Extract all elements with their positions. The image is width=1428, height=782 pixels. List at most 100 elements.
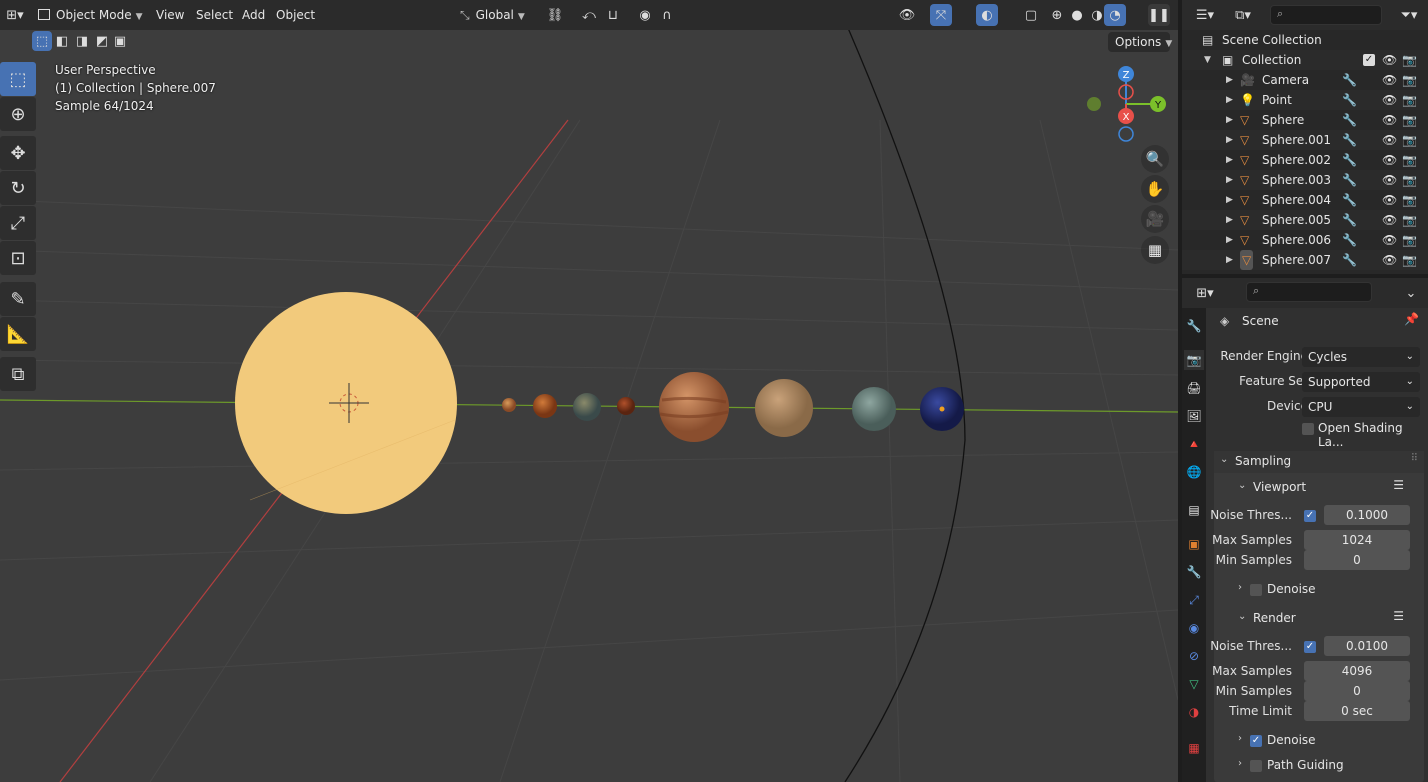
- render-denoise-subpanel[interactable]: › ✓ Denoise: [1216, 730, 1422, 752]
- modifier-wrench-icon[interactable]: 🔧: [1342, 190, 1357, 210]
- select-box-tool-icon[interactable]: ⬚: [0, 62, 36, 96]
- device-select[interactable]: CPU ⌄: [1302, 397, 1420, 417]
- select-extend-icon[interactable]: ◧: [52, 31, 72, 51]
- chevron-right-icon[interactable]: ▶: [1226, 130, 1233, 150]
- render-tab-icon[interactable]: 📷: [1184, 350, 1204, 370]
- viewport-denoise-subpanel[interactable]: › Denoise: [1216, 579, 1422, 601]
- outliner-item[interactable]: ▶ ▽ Sphere 🔧 👁 📷: [1182, 110, 1428, 130]
- outliner-item[interactable]: ▶ ▽ Sphere.006 🔧 👁 📷: [1182, 230, 1428, 250]
- scene-tab-icon[interactable]: 🔺: [1184, 434, 1204, 454]
- cursor-tool-icon[interactable]: ⊕: [0, 97, 36, 131]
- drag-handle-icon[interactable]: ⠿: [1411, 453, 1418, 464]
- camera-render-icon[interactable]: 📷: [1402, 90, 1417, 110]
- eye-icon[interactable]: 👁: [1382, 110, 1397, 130]
- scale-tool-icon[interactable]: ⤢: [0, 206, 36, 240]
- eye-icon[interactable]: 👁: [1382, 70, 1397, 90]
- constraints-tab-icon[interactable]: ⊘: [1184, 646, 1204, 666]
- modifier-tab-icon[interactable]: 🔧: [1184, 562, 1204, 582]
- render-min-samples-field[interactable]: 0: [1304, 681, 1410, 701]
- display-mode-icon[interactable]: ☰▾: [1190, 4, 1220, 26]
- snap-target-icon[interactable]: ⊔: [602, 4, 624, 26]
- pivot-point-icon[interactable]: ⛓: [544, 4, 566, 26]
- 3d-viewport[interactable]: ⊞▾ Object Mode ▼ View Select Add Object ⤡…: [0, 0, 1178, 782]
- properties-search-input[interactable]: ⌕: [1246, 282, 1372, 302]
- physics-tab-icon[interactable]: ◉: [1184, 618, 1204, 638]
- perspective-toggle-icon[interactable]: ▦: [1141, 236, 1169, 264]
- modifier-wrench-icon[interactable]: 🔧: [1342, 110, 1357, 130]
- object-tab-icon[interactable]: ▣: [1184, 534, 1204, 554]
- options-dropdown[interactable]: Options ▼: [1108, 32, 1172, 52]
- eye-icon[interactable]: 👁: [1382, 190, 1397, 210]
- select-invert-icon[interactable]: ◩: [92, 31, 112, 51]
- output-tab-icon[interactable]: 🖨: [1184, 378, 1204, 398]
- data-tab-icon[interactable]: ▽: [1184, 674, 1204, 694]
- outliner-item[interactable]: ▶ ▽ Sphere.002 🔧 👁 📷: [1182, 150, 1428, 170]
- eye-icon[interactable]: 👁: [1382, 170, 1397, 190]
- overlays-icon[interactable]: ◐: [976, 4, 998, 26]
- render-max-samples-field[interactable]: 4096: [1304, 661, 1410, 681]
- pan-hand-icon[interactable]: ✋: [1141, 175, 1169, 203]
- render-noise-checkbox[interactable]: ✓: [1304, 641, 1316, 653]
- chevron-right-icon[interactable]: ▶: [1226, 210, 1233, 230]
- chevron-down-icon[interactable]: ⌄: [1400, 282, 1422, 304]
- chevron-right-icon[interactable]: ▶: [1226, 90, 1233, 110]
- eye-icon[interactable]: 👁: [1382, 90, 1397, 110]
- eye-icon[interactable]: 👁: [1382, 130, 1397, 150]
- transform-tool-icon[interactable]: ⊡: [0, 241, 36, 275]
- xray-icon[interactable]: ▢: [1020, 4, 1042, 26]
- modifier-wrench-icon[interactable]: 🔧: [1342, 230, 1357, 250]
- editor-type-icon[interactable]: ⊞▾: [1190, 282, 1220, 304]
- modifier-wrench-icon[interactable]: 🔧: [1342, 170, 1357, 190]
- chevron-right-icon[interactable]: ▶: [1226, 170, 1233, 190]
- outliner-item[interactable]: ▶ 💡 Point 🔧 👁 📷: [1182, 90, 1428, 110]
- presets-list-icon[interactable]: ☰: [1393, 478, 1404, 492]
- viewport-min-samples-field[interactable]: 0: [1304, 550, 1410, 570]
- snap-icon[interactable]: ⤺: [578, 4, 600, 26]
- select-new-icon[interactable]: ⬚: [32, 31, 52, 51]
- path-guiding-subpanel[interactable]: › Path Guiding: [1216, 755, 1422, 777]
- camera-view-icon[interactable]: 🎥: [1141, 205, 1169, 233]
- outliner-item[interactable]: ▶ ▽ Sphere.003 🔧 👁 📷: [1182, 170, 1428, 190]
- rendered-shading-icon[interactable]: ◔: [1104, 4, 1126, 26]
- falloff-icon[interactable]: ∩: [656, 4, 678, 26]
- modifier-wrench-icon[interactable]: 🔧: [1342, 90, 1357, 110]
- texture-tab-icon[interactable]: ▦: [1184, 738, 1204, 758]
- modifier-wrench-icon[interactable]: 🔧: [1342, 70, 1357, 90]
- collection-row[interactable]: ▼ ▣ Collection ✓ 👁 📷: [1182, 50, 1428, 70]
- outliner-item[interactable]: ▶ ▽ Sphere.007 🔧 👁 📷: [1182, 250, 1428, 270]
- pin-icon[interactable]: 📌: [1404, 312, 1419, 326]
- proportional-edit-icon[interactable]: ◉: [634, 4, 656, 26]
- eye-icon[interactable]: 👁: [1382, 150, 1397, 170]
- chevron-right-icon[interactable]: ▶: [1226, 250, 1233, 270]
- outliner-item[interactable]: ▶ 🎥 Camera 🔧 👁 📷: [1182, 70, 1428, 90]
- menu-object[interactable]: Object: [270, 4, 321, 26]
- modifier-wrench-icon[interactable]: 🔧: [1342, 130, 1357, 150]
- chevron-right-icon[interactable]: ▶: [1226, 150, 1233, 170]
- camera-render-icon[interactable]: 📷: [1402, 230, 1417, 250]
- view-layer-tab-icon[interactable]: 🖼: [1184, 406, 1204, 426]
- viewport-noise-field[interactable]: 0.1000: [1324, 505, 1410, 525]
- filter-view-icon[interactable]: ⧉▾: [1228, 4, 1258, 26]
- menu-add[interactable]: Add: [236, 4, 271, 26]
- path-guiding-checkbox[interactable]: [1250, 760, 1262, 772]
- tool-tab-icon[interactable]: 🔧: [1184, 316, 1204, 336]
- eye-icon[interactable]: 👁: [1382, 50, 1397, 70]
- camera-render-icon[interactable]: 📷: [1402, 150, 1417, 170]
- particles-tab-icon[interactable]: ⤢: [1184, 590, 1204, 610]
- camera-render-icon[interactable]: 📷: [1402, 250, 1417, 270]
- measure-tool-icon[interactable]: 📐: [0, 317, 36, 351]
- world-tab-icon[interactable]: 🌐: [1184, 462, 1204, 482]
- sampling-header[interactable]: ⌄ Sampling ⠿: [1214, 451, 1424, 473]
- navigation-gizmo[interactable]: Z Y X: [1082, 62, 1172, 147]
- select-intersect-icon[interactable]: ▣: [110, 31, 130, 51]
- render-subpanel-header[interactable]: ⌄ Render ☰: [1216, 608, 1422, 630]
- menu-view[interactable]: View: [150, 4, 190, 26]
- eye-icon[interactable]: 👁: [1382, 210, 1397, 230]
- camera-render-icon[interactable]: 📷: [1402, 210, 1417, 230]
- pause-render-icon[interactable]: ❚❚: [1148, 4, 1170, 26]
- chevron-right-icon[interactable]: ▶: [1226, 190, 1233, 210]
- visibility-icon[interactable]: 👁: [896, 4, 918, 26]
- chevron-right-icon[interactable]: ▶: [1226, 70, 1233, 90]
- viewport-subpanel-header[interactable]: ⌄ Viewport ☰: [1216, 477, 1422, 499]
- solid-shading-icon[interactable]: ●: [1066, 4, 1088, 26]
